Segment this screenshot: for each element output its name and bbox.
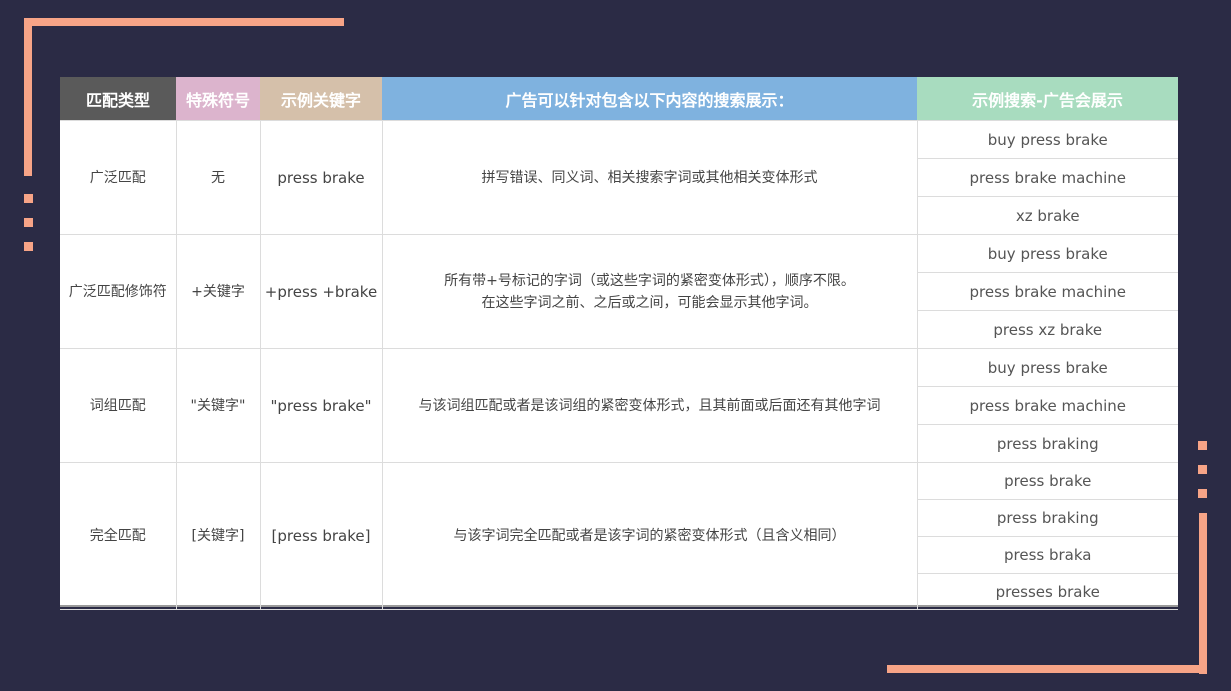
cell-symbol: [关键字] — [175, 462, 261, 610]
header-examples: 示例搜索-广告会展示 — [917, 77, 1178, 121]
description-line: 与该字词完全匹配或者是该字词的紧密变体形式（且含义相同） — [453, 528, 846, 544]
dot-right-3 — [1198, 489, 1207, 498]
header-symbol: 特殊符号 — [176, 77, 260, 121]
cell-keyword: [press brake] — [259, 462, 383, 610]
cell-description: 所有带+号标记的字词（或这些字词的紧密变体形式），顺序不限。 在这些字词之前、之… — [381, 234, 918, 349]
cell-example: buy press brake — [916, 348, 1178, 387]
cell-keyword: "press brake" — [259, 348, 383, 463]
header-row: 匹配类型 特殊符号 示例关键字 广告可以针对包含以下内容的搜索展示： 示例搜索-… — [60, 77, 1178, 121]
cell-match-type: 词组匹配 — [60, 348, 177, 463]
table-row: 广泛匹配修饰符 +关键字 +press +brake 所有带+号标记的字词（或这… — [60, 234, 1178, 349]
table-row: 广泛匹配 无 press brake 拼写错误、同义词、相关搜索字词或其他相关变… — [60, 120, 1178, 235]
header-keyword: 示例关键字 — [260, 77, 382, 121]
cell-example: press brake machine — [917, 272, 1178, 311]
cell-match-type: 广泛匹配 — [60, 120, 177, 235]
dot-right-2 — [1198, 465, 1207, 474]
table-row: 完全匹配 [关键字] [press brake] 与该字词完全匹配或者是该字词的… — [60, 462, 1178, 610]
cell-description: 与该词组匹配或者是该词组的紧密变体形式，且其前面或后面还有其他字词 — [381, 348, 918, 463]
corner-bar-bottom — [887, 665, 1207, 673]
cell-example: xz brake — [917, 196, 1178, 235]
corner-bar-top — [24, 18, 344, 26]
dot-left-1 — [24, 194, 33, 203]
description-line: 拼写错误、同义词、相关搜索字词或其他相关变体形式 — [481, 169, 818, 186]
cell-example: press brake machine — [917, 386, 1178, 425]
corner-bar-left — [24, 18, 32, 176]
header-description: 广告可以针对包含以下内容的搜索展示： — [382, 77, 917, 121]
cell-symbol: +关键字 — [175, 234, 261, 349]
description-line: 与该词组匹配或者是该词组的紧密变体形式，且其前面或后面还有其他字词 — [418, 397, 881, 414]
table-row: 词组匹配 "关键字" "press brake" 与该词组匹配或者是该词组的紧密… — [60, 348, 1178, 463]
cell-example: press braking — [917, 424, 1178, 463]
cell-example: press xz brake — [917, 310, 1178, 349]
dot-left-3 — [24, 242, 33, 251]
description-line: 在这些字词之前、之后或之间，可能会显示其他字词。 — [481, 294, 818, 311]
cell-symbol: "关键字" — [175, 348, 261, 463]
cell-example: buy press brake — [916, 234, 1178, 273]
dot-left-2 — [24, 218, 33, 227]
cell-example: press brake machine — [917, 158, 1178, 197]
cell-keyword: press brake — [259, 120, 383, 235]
cell-example: press brake — [916, 462, 1178, 500]
cell-keyword: +press +brake — [259, 234, 383, 349]
cell-example: buy press brake — [916, 120, 1178, 159]
corner-bar-right — [1199, 513, 1207, 674]
cell-example: press braking — [917, 499, 1178, 537]
header-match-type: 匹配类型 — [60, 77, 176, 121]
cell-symbol: 无 — [175, 120, 261, 235]
table: 匹配类型 特殊符号 示例关键字 广告可以针对包含以下内容的搜索展示： 示例搜索-… — [60, 77, 1178, 610]
description-line: 所有带+号标记的字词（或这些字词的紧密变体形式），顺序不限。 — [444, 272, 855, 289]
match-type-table: 匹配类型 特殊符号 示例关键字 广告可以针对包含以下内容的搜索展示： 示例搜索-… — [60, 77, 1178, 610]
cell-description: 拼写错误、同义词、相关搜索字词或其他相关变体形式 — [381, 120, 918, 235]
dot-right-1 — [1198, 441, 1207, 450]
cell-description: 与该字词完全匹配或者是该字词的紧密变体形式（且含义相同） — [381, 462, 918, 610]
cell-example: presses brake — [917, 573, 1178, 610]
cell-match-type: 完全匹配 — [60, 462, 177, 610]
cell-match-type: 广泛匹配修饰符 — [60, 234, 177, 349]
cell-example: press braka — [917, 536, 1178, 574]
